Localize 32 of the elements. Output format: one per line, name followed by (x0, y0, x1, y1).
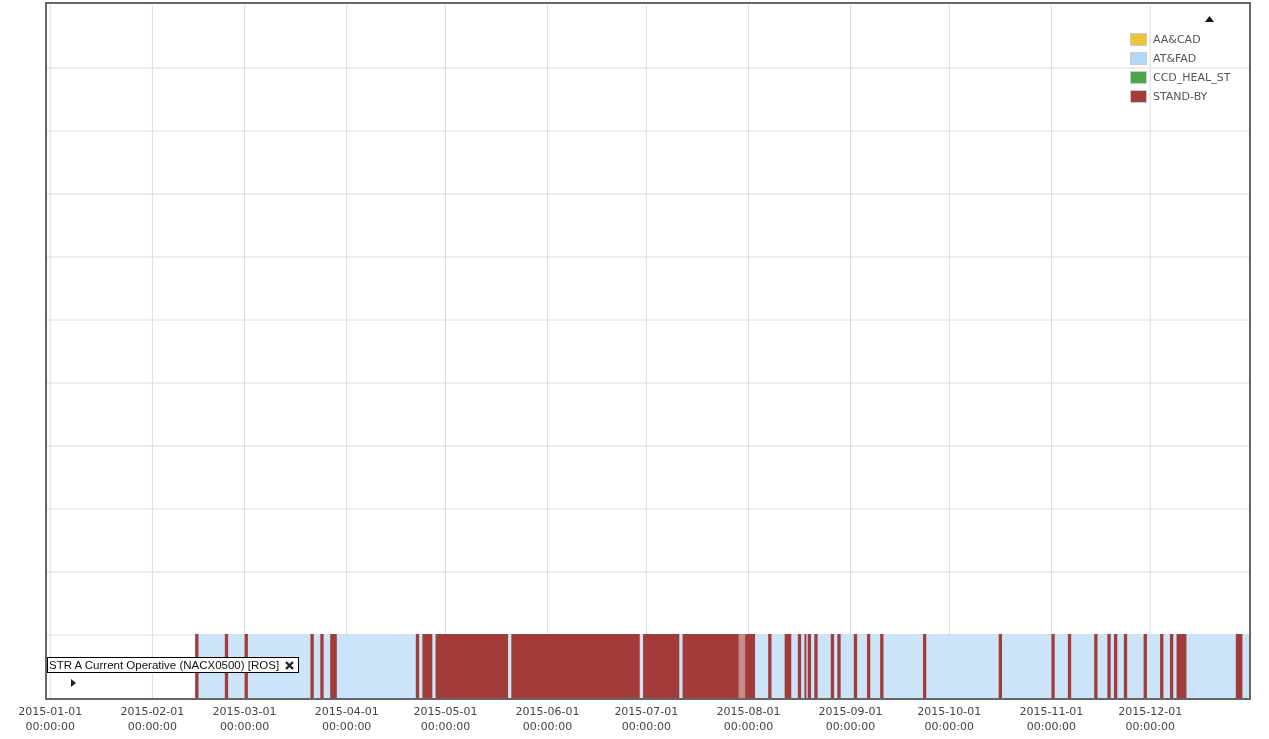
axis-time-label: 00:00:00 (522, 719, 573, 734)
legend-label[interactable]: AA&CAD (1153, 32, 1201, 46)
close-icon[interactable] (285, 660, 295, 670)
axis-date-label: 2015-08-01 (716, 704, 781, 719)
axis-time-label: 00:00:00 (321, 719, 372, 734)
axis-date-label: 2015-02-01 (120, 704, 185, 719)
axis-date-label: 2015-09-01 (818, 704, 883, 719)
axis-time-label: 00:00:00 (219, 719, 270, 734)
axis-date-label: 2015-10-01 (917, 704, 982, 719)
axis-date-label: 2015-11-01 (1019, 704, 1084, 719)
axis-time-label: 00:00:00 (924, 719, 974, 734)
axis-time-label: 00:00:00 (1125, 719, 1175, 734)
axis-time-label: 00:00:00 (25, 719, 75, 734)
axis-time-label: 00:00:00 (127, 719, 178, 734)
axis-time-label: 00:00:00 (420, 719, 471, 734)
legend-label[interactable]: CCD_HEAL_ST (1153, 70, 1231, 84)
axis-date-label: 2015-01-01 (18, 704, 83, 719)
collapse-icon[interactable] (1205, 16, 1215, 22)
series-name: STR A Current Operative (NACX0500) [ROS] (49, 659, 280, 671)
axis-date-label: 2015-03-01 (212, 704, 277, 719)
axis-date-label: 2015-06-01 (515, 704, 580, 719)
axis-time-label: 00:00:00 (1026, 719, 1077, 734)
axis-date-label: 2015-05-01 (413, 704, 478, 719)
axis-time-label: 00:00:00 (723, 719, 774, 734)
expand-icon[interactable] (71, 679, 76, 687)
axis-date-label: 2015-07-01 (614, 704, 679, 719)
axis-time-label: 00:00:00 (825, 719, 876, 734)
legend-label[interactable]: AT&FAD (1153, 51, 1197, 65)
axis-date-label: 2015-04-01 (314, 704, 379, 719)
axis-time-label: 00:00:00 (621, 719, 672, 734)
legend-label[interactable]: STAND-BY (1153, 89, 1208, 103)
axis-date-label: 2015-12-01 (1118, 704, 1183, 719)
